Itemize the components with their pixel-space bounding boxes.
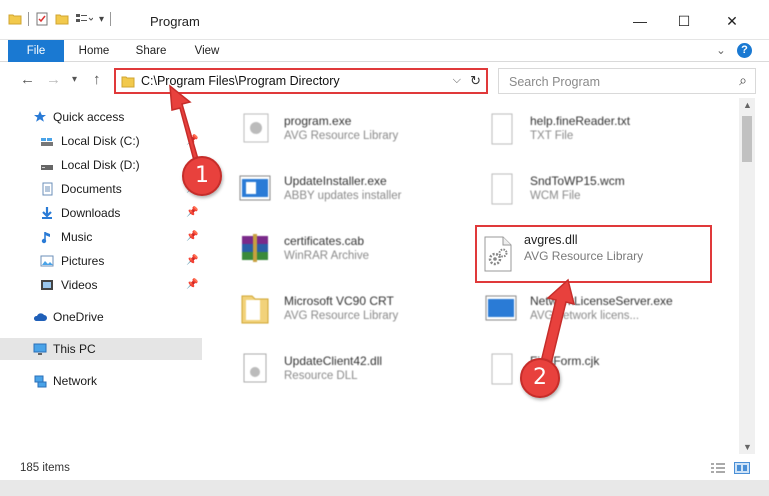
callout-step-2: 2	[520, 358, 560, 398]
callout-step-1: 1	[182, 156, 222, 196]
annotation-arrows	[169, 84, 576, 369]
arrow-to-address-bar	[169, 84, 201, 170]
arrow-to-avgres-file	[539, 278, 576, 369]
